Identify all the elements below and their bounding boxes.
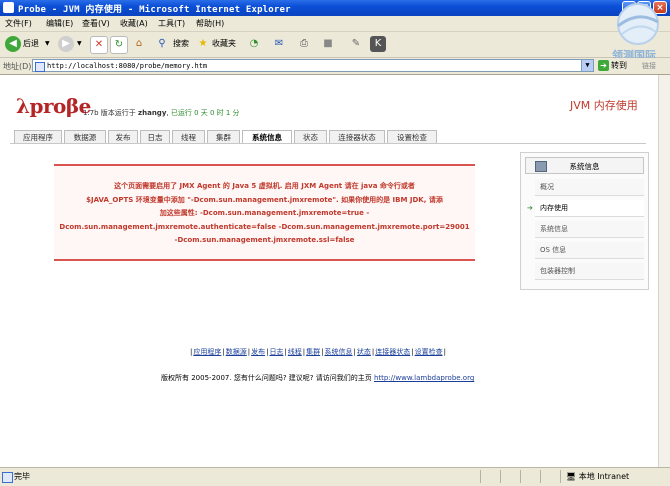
address-url: http://localhost:8080/probe/memory.htm — [47, 62, 208, 70]
warning-line-1: 这个页面需要启用了 JMX Agent 的 Java 5 虚拟机. 启用 JXM… — [114, 182, 415, 190]
search-icon[interactable]: ⚲ — [154, 36, 170, 52]
research-icon[interactable]: K — [370, 36, 386, 52]
favorites-star-icon[interactable]: ★ — [195, 36, 211, 52]
uptime: 已运行 0 天 0 时 1 分 — [170, 109, 240, 117]
intranet-icon: 🖥 — [566, 472, 577, 481]
status-divider — [520, 470, 521, 483]
back-button-label[interactable]: 后退 — [23, 36, 39, 52]
jmx-warning-box: 这个页面需要启用了 JMX Agent 的 Java 5 虚拟机. 启用 JXM… — [54, 164, 475, 261]
go-button[interactable]: ➔ 转到 — [598, 59, 627, 72]
warning-line-4: Dcom.sun.management.jmxremote.authentica… — [59, 222, 470, 231]
home-icon[interactable]: ⌂ — [131, 36, 147, 52]
side-panel-title: 系统信息 — [569, 162, 600, 171]
history-icon[interactable]: ◔ — [246, 36, 262, 52]
tab-connector-status[interactable]: 连接器状态 — [329, 130, 385, 143]
tab-threads[interactable]: 线程 — [172, 130, 205, 143]
address-dropdown-icon[interactable]: ▼ — [581, 60, 593, 71]
forward-icon[interactable]: ▶ — [58, 36, 74, 52]
status-divider — [540, 470, 541, 483]
footer-nav: |应用程序|数据源|发布|日志|线程|集群|系统信息|状态|连接器状态|设置检查… — [190, 348, 446, 356]
footer-link-threads[interactable]: 线程 — [288, 348, 302, 356]
username: zhangy — [138, 109, 167, 117]
footer-link-logs[interactable]: 日志 — [269, 348, 283, 356]
stop-icon[interactable]: ✕ — [90, 36, 108, 54]
tab-applications[interactable]: 应用程序 — [14, 130, 62, 143]
discuss-icon[interactable]: ✎ — [348, 36, 364, 52]
tab-logs[interactable]: 日志 — [140, 130, 170, 143]
footer-link-deploy[interactable]: 发布 — [251, 348, 265, 356]
footer-link-system-info[interactable]: 系统信息 — [325, 348, 353, 356]
footer-link-connector-status[interactable]: 连接器状态 — [375, 348, 410, 356]
status-text: 完毕 — [14, 472, 30, 481]
page-done-icon — [2, 472, 13, 483]
browser-toolbar: ◀ 后退 ▼ ▶ ▼ ✕ ↻ ⌂ ⚲ 搜索 ★ 收藏夹 ◔ ✉ ⎙ ■ ✎ K — [0, 32, 670, 58]
tab-status[interactable]: 状态 — [294, 130, 327, 143]
search-button-label[interactable]: 搜索 — [173, 36, 189, 52]
back-icon[interactable]: ◀ — [5, 36, 21, 52]
window-title-bar[interactable]: Probe - JVM 内存使用 - Microsoft Internet Ex… — [0, 0, 670, 16]
menu-tools[interactable]: 工具(T) — [158, 18, 185, 29]
copyright-text: 版权所有 2005-2007. 您有什么问题吗? 建议呢? 请访问我们的主页 — [161, 374, 372, 382]
edit-icon[interactable]: ■ — [320, 36, 336, 52]
vertical-scrollbar[interactable] — [658, 75, 670, 467]
mail-icon[interactable]: ✉ — [271, 36, 287, 52]
side-item-system-info[interactable]: 系统信息 — [535, 221, 644, 238]
warning-line-2: $JAVA_OPTS 环境变量中添加 "-Dcom.sun.management… — [86, 195, 443, 204]
address-input[interactable]: http://localhost:8080/probe/memory.htm ▼ — [32, 59, 594, 72]
favorites-button-label[interactable]: 收藏夹 — [212, 36, 236, 52]
status-divider — [560, 470, 561, 483]
tab-divider — [10, 143, 646, 144]
page-content: λproβe 1.7b 版本运行于 zhangy, 已运行 0 天 0 时 1 … — [0, 75, 658, 467]
warning-line-5: -Dcom.sun.management.jmxremote.ssl=false — [174, 236, 355, 244]
footer-link-datasources[interactable]: 数据源 — [226, 348, 247, 356]
forward-dropdown-icon[interactable]: ▼ — [77, 36, 82, 52]
menu-file[interactable]: 文件(F) — [5, 18, 32, 29]
status-divider — [480, 470, 481, 483]
tab-datasources[interactable]: 数据源 — [64, 130, 106, 143]
footer-link-status[interactable]: 状态 — [357, 348, 371, 356]
side-item-os-info[interactable]: OS 信息 — [535, 242, 644, 259]
side-panel-header[interactable]: 系统信息 — [525, 157, 644, 174]
menu-favorites[interactable]: 收藏(A) — [120, 18, 148, 29]
footer-link-cluster[interactable]: 集群 — [306, 348, 320, 356]
back-dropdown-icon[interactable]: ▼ — [45, 36, 50, 52]
tab-system-info[interactable]: 系统信息 — [242, 130, 292, 144]
go-arrow-icon: ➔ — [598, 60, 609, 71]
system-info-icon — [535, 161, 547, 172]
page-title: JVM 内存使用 — [570, 99, 638, 112]
menu-bar: 文件(F) 编辑(E) 查看(V) 收藏(A) 工具(T) 帮助(H) — [0, 16, 670, 32]
copyright: 版权所有 2005-2007. 您有什么问题吗? 建议呢? 请访问我们的主页 h… — [161, 373, 474, 383]
tab-settings-check[interactable]: 设置检查 — [387, 130, 437, 143]
status-divider — [500, 470, 501, 483]
ie-app-icon — [3, 2, 14, 13]
security-zone: 🖥 本地 Intranet — [566, 471, 629, 482]
menu-help[interactable]: 帮助(H) — [196, 18, 224, 29]
tab-deploy[interactable]: 发布 — [108, 130, 138, 143]
warning-line-3: 加这些属性: -Dcom.sun.management.jmxremote=tr… — [159, 209, 370, 217]
version-info: 1.7b 版本运行于 zhangy, 已运行 0 天 0 时 1 分 — [83, 109, 240, 117]
homepage-link[interactable]: http://www.lambdaprobe.org — [374, 374, 474, 382]
links-label[interactable]: 链接 — [642, 61, 656, 71]
status-bar: 完毕 🖥 本地 Intranet — [0, 467, 670, 486]
refresh-icon[interactable]: ↻ — [110, 36, 128, 54]
side-panel: 系统信息 概况 内存使用 ➔ 系统信息 OS 信息 包装器控制 — [520, 152, 649, 290]
address-label: 地址(D) — [3, 62, 32, 71]
window-title: Probe - JVM 内存使用 - Microsoft Internet Ex… — [18, 5, 291, 15]
page-icon — [35, 62, 45, 72]
side-item-overview[interactable]: 概况 — [535, 179, 644, 196]
menu-edit[interactable]: 编辑(E) — [46, 18, 73, 29]
version-text: 1.7b 版本运行于 — [83, 109, 136, 117]
probe-logo: λproβe — [16, 94, 91, 118]
print-icon[interactable]: ⎙ — [296, 36, 312, 52]
footer-link-applications[interactable]: 应用程序 — [193, 348, 221, 356]
footer-link-settings-check[interactable]: 设置检查 — [415, 348, 443, 356]
current-item-arrow-icon: ➔ — [527, 204, 533, 212]
menu-view[interactable]: 查看(V) — [82, 18, 110, 29]
go-label: 转到 — [611, 61, 627, 70]
address-bar: 地址(D) http://localhost:8080/probe/memory… — [0, 58, 670, 75]
side-item-memory-usage[interactable]: 内存使用 — [535, 200, 644, 217]
side-item-wrapper-control[interactable]: 包装器控制 — [535, 263, 644, 280]
zone-label: 本地 Intranet — [578, 472, 630, 481]
tab-cluster[interactable]: 集群 — [207, 130, 240, 143]
